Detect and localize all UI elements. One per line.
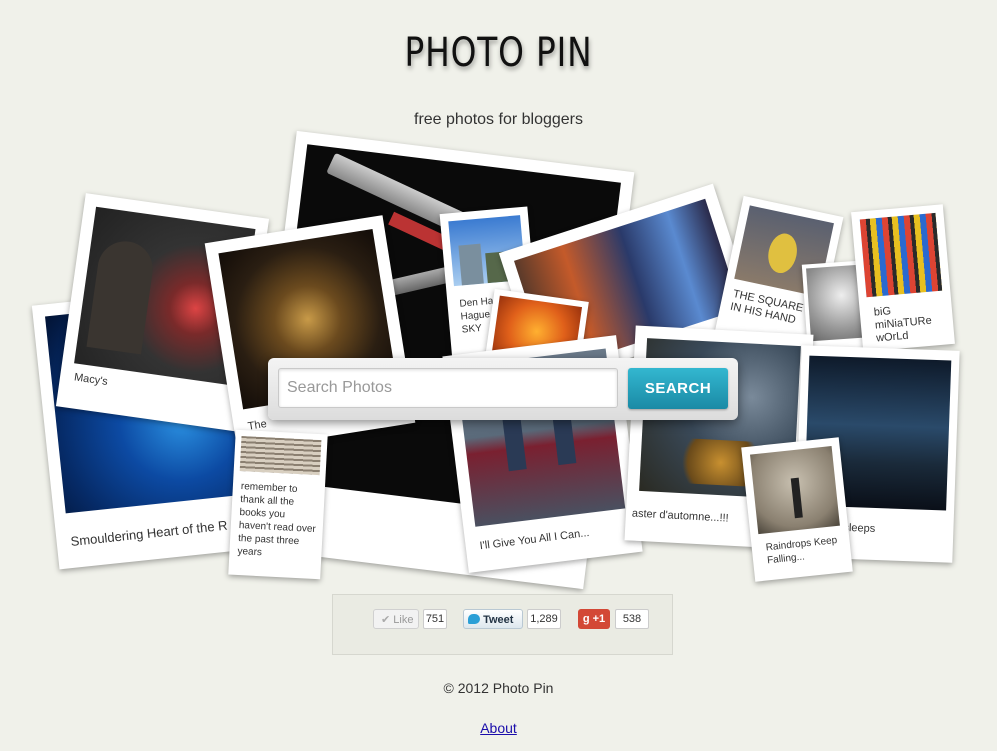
photo-caption: Raindrops Keep Falling... [765, 535, 838, 567]
photo-caption: I'll Give You All I Can... [479, 526, 591, 553]
tweet-count: 1,289 [527, 609, 561, 629]
photo-caption: biG miNiaTURe wOrLd [873, 305, 933, 345]
gplus-label: +1 [592, 613, 606, 625]
photo-card-miniature[interactable]: biG miNiaTURe wOrLd [851, 204, 955, 352]
photo-card-books[interactable]: remember to thank all the books you have… [228, 429, 328, 580]
twitter-bird-icon [468, 614, 480, 624]
like-label: Like [393, 614, 414, 626]
google-plus-button[interactable]: g +1 [578, 609, 610, 629]
tweet-label: Tweet [483, 614, 514, 626]
photo-card-raindrops[interactable]: Raindrops Keep Falling... [741, 437, 853, 582]
search-input[interactable] [278, 368, 618, 408]
photo-image [859, 212, 943, 298]
facebook-like-button[interactable]: ✔ Like [373, 609, 419, 629]
social-share-bar: ✔ Like 751 Tweet 1,289 g +1 538 [332, 594, 673, 655]
like-count: 751 [423, 609, 447, 629]
gplus-count: 538 [615, 609, 649, 629]
photo-caption: remember to thank all the books you have… [237, 481, 316, 559]
search-button[interactable]: SEARCH [628, 368, 728, 409]
google-g-icon: g [582, 613, 590, 625]
thumbs-up-icon: ✔ [381, 614, 391, 626]
photo-image [239, 435, 322, 476]
copyright-text: © 2012 Photo Pin [443, 680, 554, 696]
photo-image [750, 446, 840, 535]
about-link[interactable]: About [480, 720, 517, 736]
tweet-button[interactable]: Tweet [463, 609, 523, 629]
search-bar: SEARCH [268, 358, 738, 420]
